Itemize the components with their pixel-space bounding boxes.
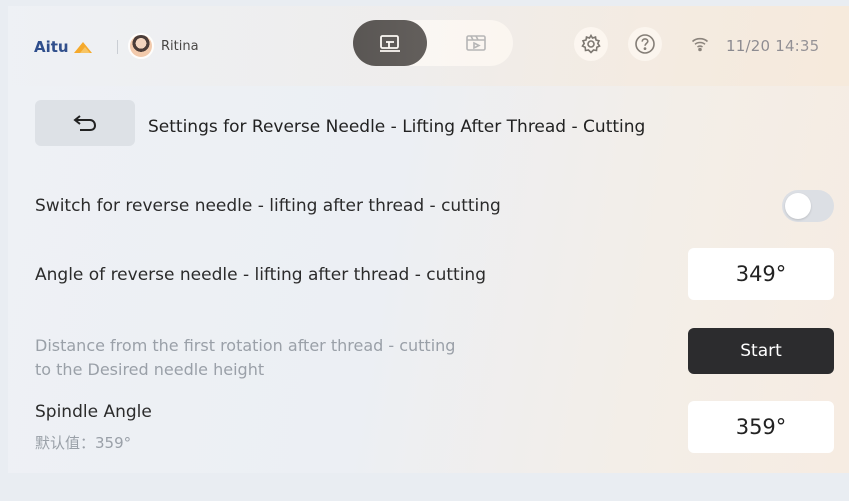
video-mode-button[interactable] [439,20,513,66]
gear-icon [581,34,601,54]
logo-mark-icon [73,42,92,53]
video-board-icon [466,35,486,51]
spindle-angle-value-field[interactable]: 359° [688,401,834,453]
angle-label: Angle of reverse needle - lifting after … [35,265,486,285]
angle-value-field[interactable]: 349° [688,248,834,300]
avatar[interactable] [128,33,154,59]
brand-name: Aitu [34,38,69,56]
wifi-icon [691,37,709,52]
back-arrow-icon [73,115,97,131]
distance-label-line1: Distance from the first rotation after t… [35,336,456,355]
toggle-knob [785,193,811,219]
help-icon [635,34,655,54]
back-button[interactable] [35,100,135,146]
brand-logo: Aitu [34,38,94,56]
screen: Aitu Ritina 11/20 14:35 Settings for Rev… [8,6,849,473]
distance-label-line2: to the Desired needle height [35,360,265,379]
reverse-needle-toggle[interactable] [782,190,834,222]
page-title: Settings for Reverse Needle - Lifting Af… [148,117,646,137]
default-value-hint: 默认值：359° [35,434,132,452]
datetime: 11/20 14:35 [726,37,820,55]
sewing-mode-button[interactable] [353,20,427,66]
divider [117,40,118,54]
switch-label: Switch for reverse needle - lifting afte… [35,196,501,216]
help-button[interactable] [628,27,662,61]
distance-label: Distance from the first rotation after t… [35,334,455,382]
sewing-machine-icon [380,35,400,52]
start-button[interactable]: Start [688,328,834,374]
settings-button[interactable] [574,27,608,61]
top-bar: Aitu Ritina 11/20 14:35 [8,6,849,78]
username: Ritina [161,39,199,54]
spindle-angle-label: Spindle Angle [35,402,152,422]
